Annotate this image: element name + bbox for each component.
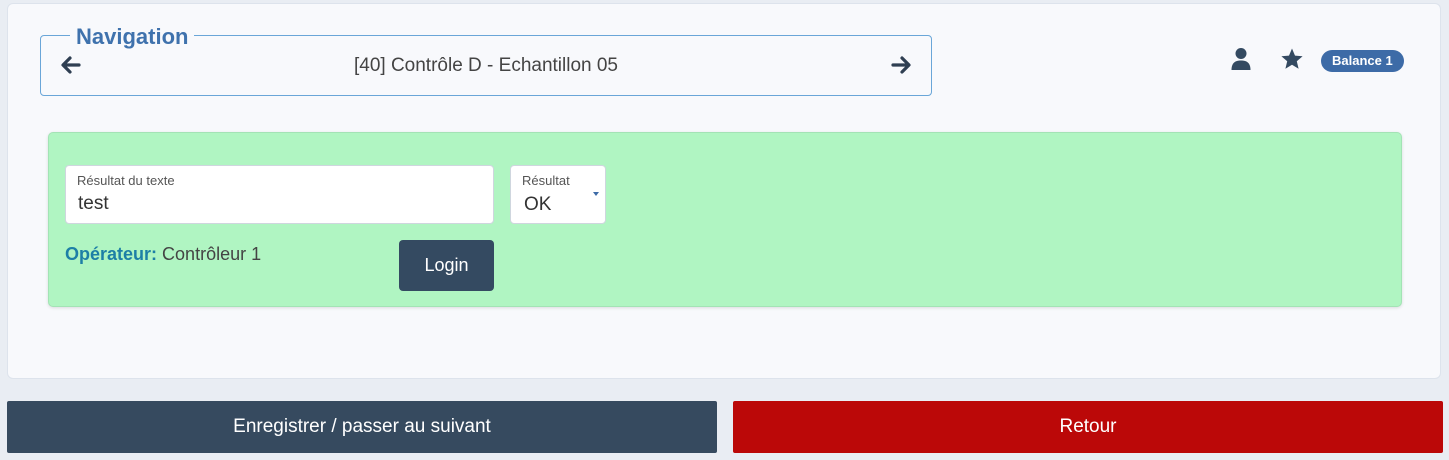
operator-info: Opérateur: Contrôleur 1 [65, 243, 261, 265]
next-arrow-icon[interactable] [888, 52, 914, 78]
result-value: OK [524, 194, 552, 215]
navigation-legend: Navigation [70, 24, 195, 50]
operator-value: Contrôleur 1 [162, 244, 262, 264]
result-select[interactable]: Résultat OK [510, 165, 606, 224]
text-result-label: Résultat du texte [77, 173, 175, 188]
result-label: Résultat [522, 173, 570, 188]
save-next-button[interactable]: Enregistrer / passer au suivant [7, 401, 717, 453]
balance-badge: Balance 1 [1321, 50, 1404, 72]
user-icon[interactable] [1229, 46, 1253, 72]
back-button[interactable]: Retour [733, 401, 1443, 453]
text-result-input[interactable] [78, 193, 478, 215]
login-button[interactable]: Login [399, 240, 494, 291]
operator-label: Opérateur: [65, 244, 158, 264]
chevron-down-icon [593, 192, 599, 196]
navigation-title: [40] Contrôle D - Echantillon 05 [353, 55, 619, 76]
star-icon[interactable] [1280, 46, 1304, 72]
text-result-field[interactable]: Résultat du texte [65, 165, 494, 224]
arrow-right-icon [891, 56, 911, 74]
